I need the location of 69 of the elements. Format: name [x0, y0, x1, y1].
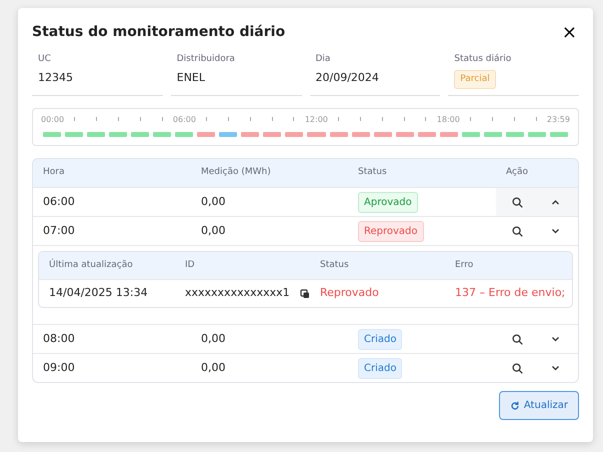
status-badge: Parcial	[454, 70, 496, 89]
field-value: 20/09/2024	[316, 70, 380, 86]
column-header: Status	[358, 167, 387, 178]
time-label: 12:00	[304, 114, 328, 126]
column-header: ID	[185, 260, 195, 270]
status-badge: Reprovado	[358, 220, 424, 242]
close-button[interactable]: ×	[560, 24, 579, 42]
tick-mark	[293, 117, 294, 121]
tick-mark	[162, 117, 163, 121]
search-icon	[512, 362, 522, 374]
field-label: Dia	[316, 53, 332, 66]
tick-mark	[492, 117, 493, 121]
copy-icon	[300, 288, 310, 298]
tick-mark	[250, 117, 251, 121]
field-label: UC	[38, 53, 52, 66]
table-cell-text: 06:00	[43, 194, 75, 210]
tick-mark	[470, 117, 472, 121]
tick-mark	[338, 117, 340, 121]
modal-title: Status do monitoramento diário	[32, 23, 286, 42]
status-badge: Criado	[358, 328, 402, 350]
tick-mark	[425, 117, 426, 121]
time-label: 23:59	[546, 114, 570, 126]
status-badge: Aprovado	[358, 192, 418, 212]
chevron-down-icon	[550, 228, 560, 234]
column-header: Medição (MWh)	[201, 167, 271, 178]
table-cell-text: xxxxxxxxxxxxxxx1	[185, 285, 290, 302]
table-cell-text: 0,00	[201, 222, 226, 239]
tick-mark	[272, 117, 273, 121]
table-cell-text: 0,00	[201, 330, 226, 347]
chevron-down-icon	[550, 365, 560, 371]
column-header: Status	[320, 260, 349, 270]
tick-mark	[536, 117, 537, 121]
tick-mark	[404, 117, 405, 121]
refresh-button[interactable]: Atualizar	[498, 391, 579, 420]
chevron-up-icon	[550, 199, 560, 205]
search-icon	[512, 226, 522, 236]
refresh-icon	[510, 400, 520, 410]
table-cell-text: 09:00	[43, 360, 75, 376]
field-value: 12345	[38, 70, 74, 86]
tick-mark	[74, 117, 76, 121]
column-header: Última atualização	[49, 260, 133, 270]
tick-mark	[514, 117, 515, 121]
tick-mark	[206, 117, 208, 121]
tick-mark	[228, 117, 230, 121]
table-cell-text: 14/04/2025 13:34	[49, 285, 148, 302]
column-header: Ação	[506, 167, 528, 178]
table-cell-text: 0,00	[201, 360, 226, 376]
table-cell-text: 0,00	[201, 194, 226, 210]
search-icon	[512, 334, 522, 344]
field-label: Distribuidora	[176, 53, 236, 66]
column-header: Erro	[455, 260, 474, 270]
table-cell-text: Reprovado	[320, 285, 379, 302]
table-cell-text: 137 – Erro de envio;	[455, 285, 566, 302]
tick-mark	[140, 117, 141, 121]
tick-mark	[118, 117, 119, 121]
tick-mark	[96, 117, 98, 121]
tick-mark	[382, 117, 383, 121]
time-label: 18:00	[436, 114, 460, 126]
status-badge: Criado	[358, 358, 402, 378]
time-label: 00:00	[41, 114, 64, 126]
field-value: ENEL	[176, 70, 206, 86]
tick-mark	[360, 117, 362, 121]
time-label: 06:00	[172, 114, 196, 126]
chevron-down-icon	[550, 336, 560, 342]
search-icon	[512, 196, 522, 208]
field-label: Status diário	[454, 53, 512, 66]
table-cell-text: 07:00	[43, 222, 75, 239]
column-header: Hora	[43, 167, 64, 178]
table-cell-text: 08:00	[43, 330, 75, 347]
